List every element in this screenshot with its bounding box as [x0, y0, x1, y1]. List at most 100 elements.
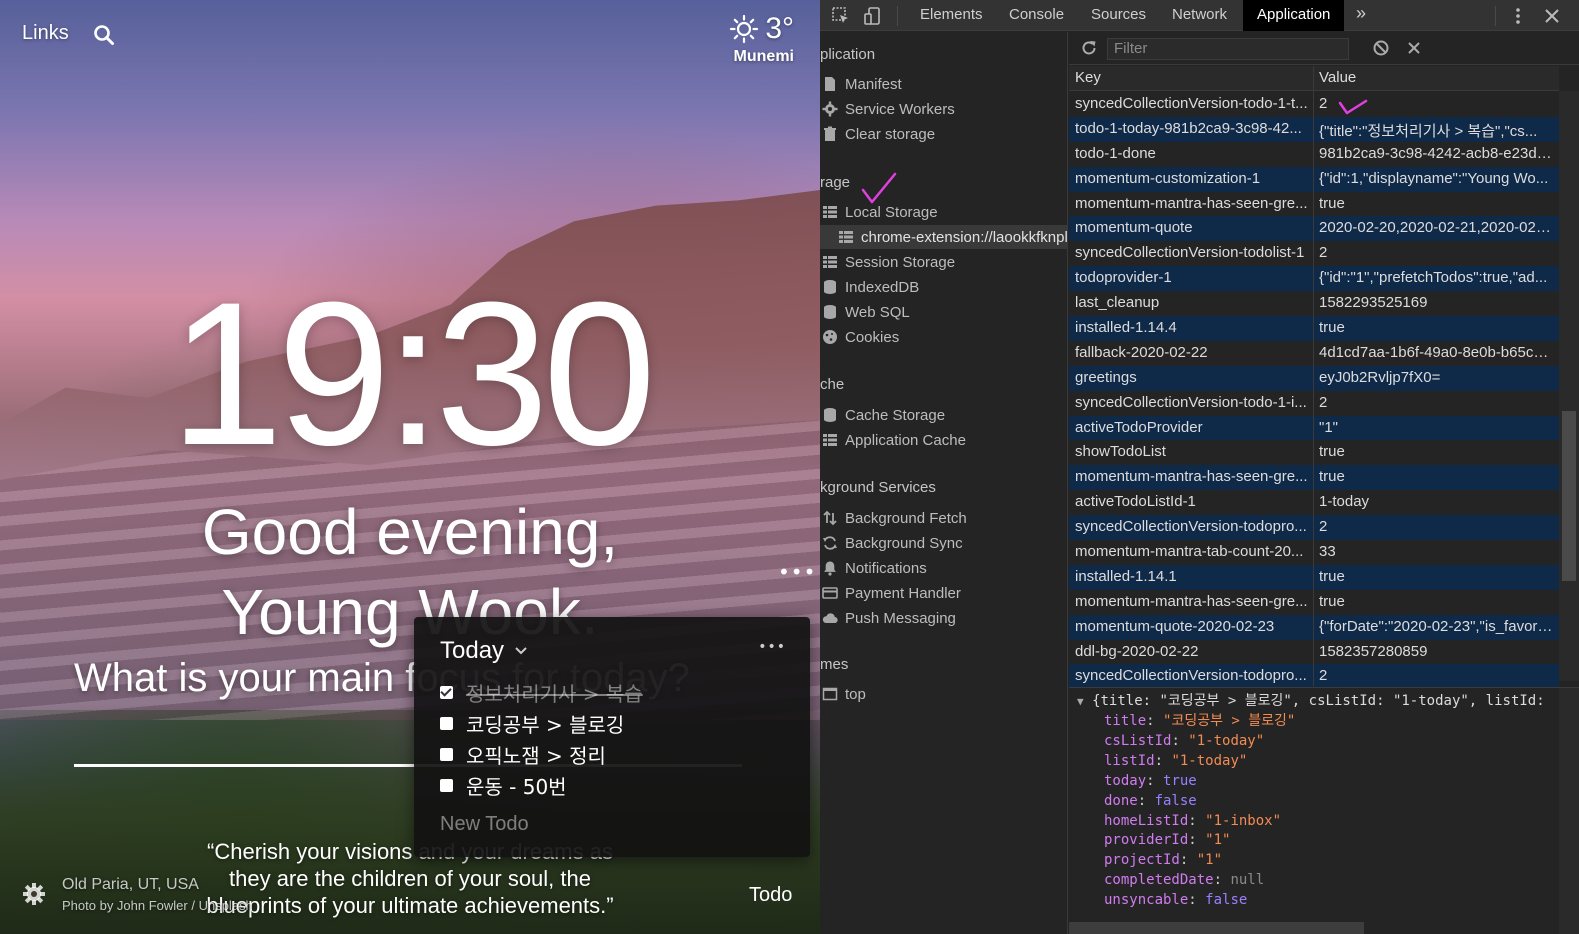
links-button[interactable]: Links: [22, 22, 69, 45]
table-row[interactable]: syncedCollectionVersion-todolist-1 2: [1069, 241, 1559, 266]
table-row[interactable]: syncedCollectionVersion-todopro... 2: [1069, 515, 1559, 541]
sidebar-item-cookies[interactable]: Cookies: [820, 325, 899, 349]
row-value[interactable]: true: [1319, 468, 1553, 485]
row-value[interactable]: 33: [1319, 543, 1553, 560]
expand-triangle-icon[interactable]: ▼: [1077, 695, 1084, 708]
sidebar-item-cache-storage[interactable]: Cache Storage: [820, 403, 945, 427]
row-key[interactable]: momentum-mantra-tab-count-20...: [1075, 543, 1309, 560]
table-row[interactable]: momentum-customization-1 {"id":1,"display…: [1069, 166, 1559, 192]
row-value[interactable]: true: [1319, 593, 1553, 610]
sidebar-item-clear-storage[interactable]: Clear storage: [820, 122, 935, 146]
row-key[interactable]: momentum-customization-1: [1075, 170, 1309, 187]
tab-console[interactable]: Console: [995, 0, 1078, 31]
row-value[interactable]: true: [1319, 568, 1553, 585]
row-value[interactable]: true: [1319, 195, 1553, 212]
tab-elements[interactable]: Elements: [906, 0, 997, 31]
kebab-menu-icon[interactable]: [1508, 6, 1528, 26]
row-value[interactable]: 2020-02-20,2020-02-21,2020-02-...: [1319, 219, 1553, 236]
table-row[interactable]: momentum-mantra-has-seen-gre... true: [1069, 465, 1559, 491]
table-row[interactable]: greetings eyJ0b2Rvljp7fX0=: [1069, 365, 1559, 391]
sidebar-item-push-messaging[interactable]: Push Messaging: [820, 606, 956, 630]
sidebar-item-session-storage[interactable]: Session Storage: [820, 250, 955, 274]
row-value[interactable]: "1": [1319, 419, 1553, 436]
table-row[interactable]: fallback-2020-02-22 4d1cd7aa-1b6f-49a0-8e…: [1069, 341, 1559, 366]
greeting-more-icon[interactable]: •••: [778, 560, 816, 584]
close-icon[interactable]: [1542, 6, 1562, 26]
todo-item[interactable]: 코딩공부 > 블로깅: [440, 708, 786, 739]
table-row[interactable]: momentum-quote-2020-02-23 {"forDate":"202…: [1069, 614, 1559, 640]
row-key[interactable]: activeTodoProvider: [1075, 419, 1309, 436]
row-key[interactable]: todoprovider-1: [1075, 269, 1309, 286]
row-value[interactable]: true: [1319, 319, 1553, 336]
table-row[interactable]: todoprovider-1 {"id":"1","prefetchTodos":…: [1069, 266, 1559, 292]
todo-item[interactable]: 오픽노잼 > 정리: [440, 739, 786, 770]
table-row[interactable]: syncedCollectionVersion-todopro... 2: [1069, 664, 1559, 690]
table-row[interactable]: momentum-mantra-has-seen-gre... true: [1069, 192, 1559, 217]
sidebar-item-payment-handler[interactable]: Payment Handler: [820, 581, 961, 605]
table-row[interactable]: todo-1-done 981b2ca9-3c98-4242-acb8-e23dc…: [1069, 142, 1559, 167]
sidebar-item-local-storage-origin[interactable]: chrome-extension://laookkfknpl: [820, 225, 1068, 249]
table-row[interactable]: syncedCollectionVersion-todo-1-t... 2: [1069, 92, 1559, 117]
row-value[interactable]: 1-today: [1319, 493, 1553, 510]
table-row[interactable]: showTodoList true: [1069, 440, 1559, 465]
table-row[interactable]: last_cleanup 1582293525169: [1069, 291, 1559, 316]
sidebar-item-service-workers[interactable]: Service Workers: [820, 97, 955, 121]
row-value[interactable]: 1582293525169: [1319, 294, 1553, 311]
row-key[interactable]: syncedCollectionVersion-todopro...: [1075, 518, 1309, 535]
gear-icon[interactable]: [22, 882, 46, 906]
row-key[interactable]: ddl-bg-2020-02-22: [1075, 643, 1309, 660]
preview-summary[interactable]: ▼ {title: "코딩공부 > 블로깅", csListId: "1-tod…: [1077, 692, 1545, 712]
row-key[interactable]: momentum-quote-2020-02-23: [1075, 618, 1309, 635]
search-icon[interactable]: [93, 24, 115, 46]
table-row[interactable]: installed-1.14.4 true: [1069, 316, 1559, 341]
filter-input[interactable]: Filter: [1107, 38, 1349, 60]
table-row[interactable]: momentum-quote 2020-02-20,2020-02-21,2020…: [1069, 216, 1559, 242]
sidebar-item-background-sync[interactable]: Background Sync: [820, 531, 963, 555]
row-value[interactable]: 2: [1319, 667, 1553, 684]
refresh-icon[interactable]: [1080, 39, 1098, 57]
row-key[interactable]: activeTodoListId-1: [1075, 493, 1309, 510]
row-key[interactable]: momentum-quote: [1075, 219, 1309, 236]
table-row[interactable]: syncedCollectionVersion-todo-1-i... 2: [1069, 391, 1559, 416]
preview-scrollbar[interactable]: [1559, 688, 1579, 934]
row-key[interactable]: syncedCollectionVersion-todolist-1: [1075, 244, 1309, 261]
row-value[interactable]: {"id":"1","prefetchTodos":true,"ad...: [1319, 269, 1553, 286]
sidebar-item-web-sql[interactable]: Web SQL: [820, 300, 910, 324]
row-value[interactable]: 4d1cd7aa-1b6f-49a0-8e0b-b65c7...: [1319, 344, 1553, 361]
row-key[interactable]: syncedCollectionVersion-todopro...: [1075, 667, 1309, 684]
todo-checkbox[interactable]: [440, 686, 453, 699]
row-value[interactable]: {"id":1,"displayname":"Young Wo...: [1319, 170, 1553, 187]
sidebar-item-notifications[interactable]: Notifications: [820, 556, 927, 580]
todo-checkbox[interactable]: [440, 717, 453, 730]
sidebar-item-background-fetch[interactable]: Background Fetch: [820, 506, 967, 530]
row-value[interactable]: true: [1319, 443, 1553, 460]
column-header-value[interactable]: Value: [1319, 69, 1356, 86]
row-value[interactable]: 2: [1319, 244, 1553, 261]
weather-widget[interactable]: 3° Munemi: [729, 12, 794, 66]
table-row[interactable]: momentum-mantra-tab-count-20... 33: [1069, 540, 1559, 565]
todo-checkbox[interactable]: [440, 748, 453, 761]
row-key[interactable]: greetings: [1075, 369, 1309, 386]
sidebar-item-application-cache[interactable]: Application Cache: [820, 428, 966, 452]
photo-credit[interactable]: Photo by John Fowler / Unsplash: [62, 898, 253, 913]
preview-horizontal-scrollbar[interactable]: [1069, 922, 1364, 934]
row-value[interactable]: {"forDate":"2020-02-23","is_favori...: [1319, 618, 1553, 635]
row-key[interactable]: last_cleanup: [1075, 294, 1309, 311]
row-key[interactable]: momentum-mantra-has-seen-gre...: [1075, 593, 1309, 610]
sidebar-item-manifest[interactable]: Manifest: [820, 72, 902, 96]
row-key[interactable]: showTodoList: [1075, 443, 1309, 460]
todo-checkbox[interactable]: [440, 779, 453, 792]
row-value[interactable]: 1582357280859: [1319, 643, 1553, 660]
row-key[interactable]: momentum-mantra-has-seen-gre...: [1075, 468, 1309, 485]
row-key[interactable]: syncedCollectionVersion-todo-1-t...: [1075, 95, 1309, 112]
more-tabs-icon[interactable]: »: [1356, 3, 1366, 24]
table-row[interactable]: momentum-mantra-has-seen-gre... true: [1069, 590, 1559, 615]
table-row[interactable]: ddl-bg-2020-02-22 1582357280859: [1069, 640, 1559, 665]
table-scrollbar-thumb[interactable]: [1562, 411, 1576, 581]
todo-item[interactable]: 운동 - 50번: [440, 770, 786, 801]
row-key[interactable]: todo-1-today-981b2ca9-3c98-42...: [1075, 120, 1309, 137]
device-toolbar-icon[interactable]: [863, 6, 883, 26]
sidebar-item-indexeddb[interactable]: IndexedDB: [820, 275, 919, 299]
row-value[interactable]: eyJ0b2Rvljp7fX0=: [1319, 369, 1553, 386]
table-scrollbar[interactable]: [1559, 91, 1579, 681]
